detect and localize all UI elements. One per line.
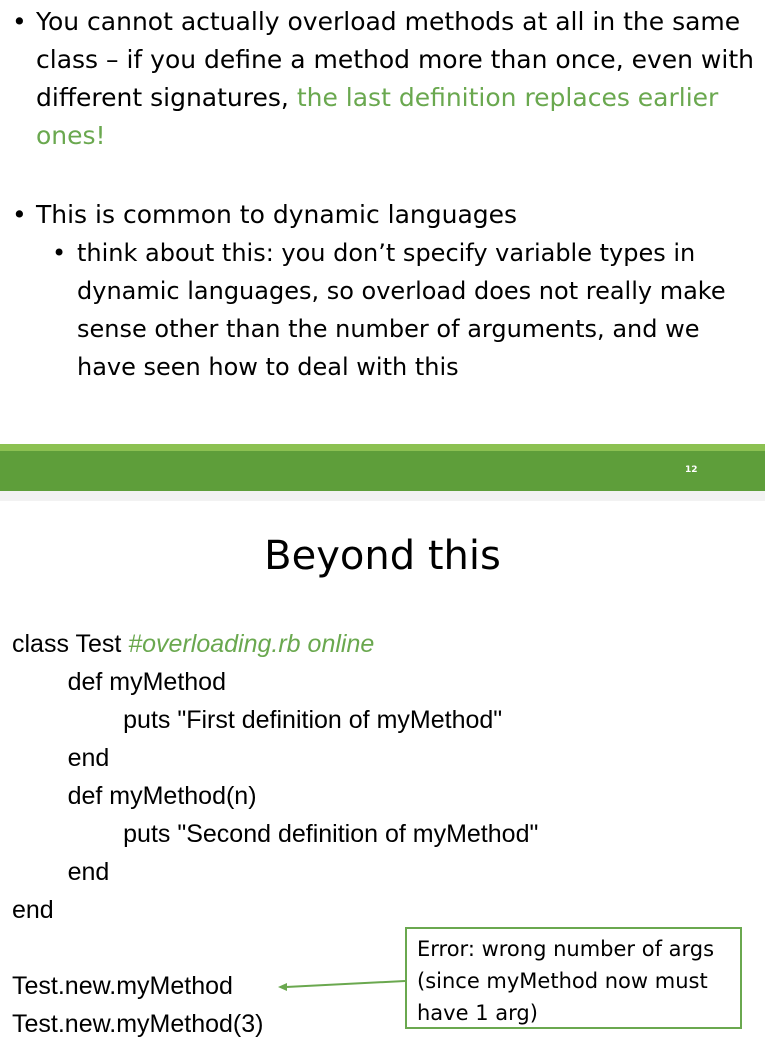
page-number: 12 bbox=[685, 465, 698, 475]
code-comment: #overloading.rb online bbox=[128, 630, 375, 658]
bullet-dot-icon: • bbox=[12, 7, 27, 36]
code-text: class Test bbox=[12, 630, 129, 658]
slide-title: Beyond this bbox=[264, 533, 501, 579]
error-callout: Error: wrong number of args (since myMet… bbox=[405, 927, 742, 1029]
code-line: def myMethod(n) bbox=[12, 782, 257, 810]
bullet-dot-icon: • bbox=[12, 200, 27, 229]
code-line: puts "Second definition of myMethod" bbox=[12, 820, 539, 848]
sub-bullet-item: • think about this: you don’t specify va… bbox=[52, 234, 765, 386]
bullet-text: This is common to dynamic languages bbox=[36, 200, 518, 229]
bullet-item: • This is common to dynamic languages bbox=[12, 196, 762, 234]
slide-bottom: Beyond this class Test #overloading.rb o… bbox=[0, 501, 765, 1060]
code-line: puts "First definition of myMethod" bbox=[12, 706, 503, 734]
code-line: Test.new.myMethod(3) bbox=[12, 1010, 264, 1038]
sub-bullet-text: think about this: you don’t specify vari… bbox=[77, 239, 726, 381]
bullet-text: You cannot actually overload methods at … bbox=[36, 3, 762, 155]
code-line: class Test #overloading.rb online bbox=[12, 625, 374, 663]
code-line: def myMethod bbox=[12, 668, 226, 696]
bullet-item: • You cannot actually overload methods a… bbox=[12, 3, 762, 155]
slide-top: • You cannot actually overload methods a… bbox=[0, 0, 765, 501]
footer-band bbox=[0, 451, 765, 491]
code-line: Test.new.myMethod bbox=[12, 972, 233, 1000]
arrow-left-icon bbox=[278, 980, 406, 991]
footer-band-light bbox=[0, 444, 765, 451]
code-line: end bbox=[12, 896, 54, 924]
bullet-dot-icon: • bbox=[52, 239, 67, 267]
code-line: end bbox=[12, 858, 110, 886]
code-line: end bbox=[12, 744, 110, 772]
slide-divider bbox=[0, 491, 765, 501]
